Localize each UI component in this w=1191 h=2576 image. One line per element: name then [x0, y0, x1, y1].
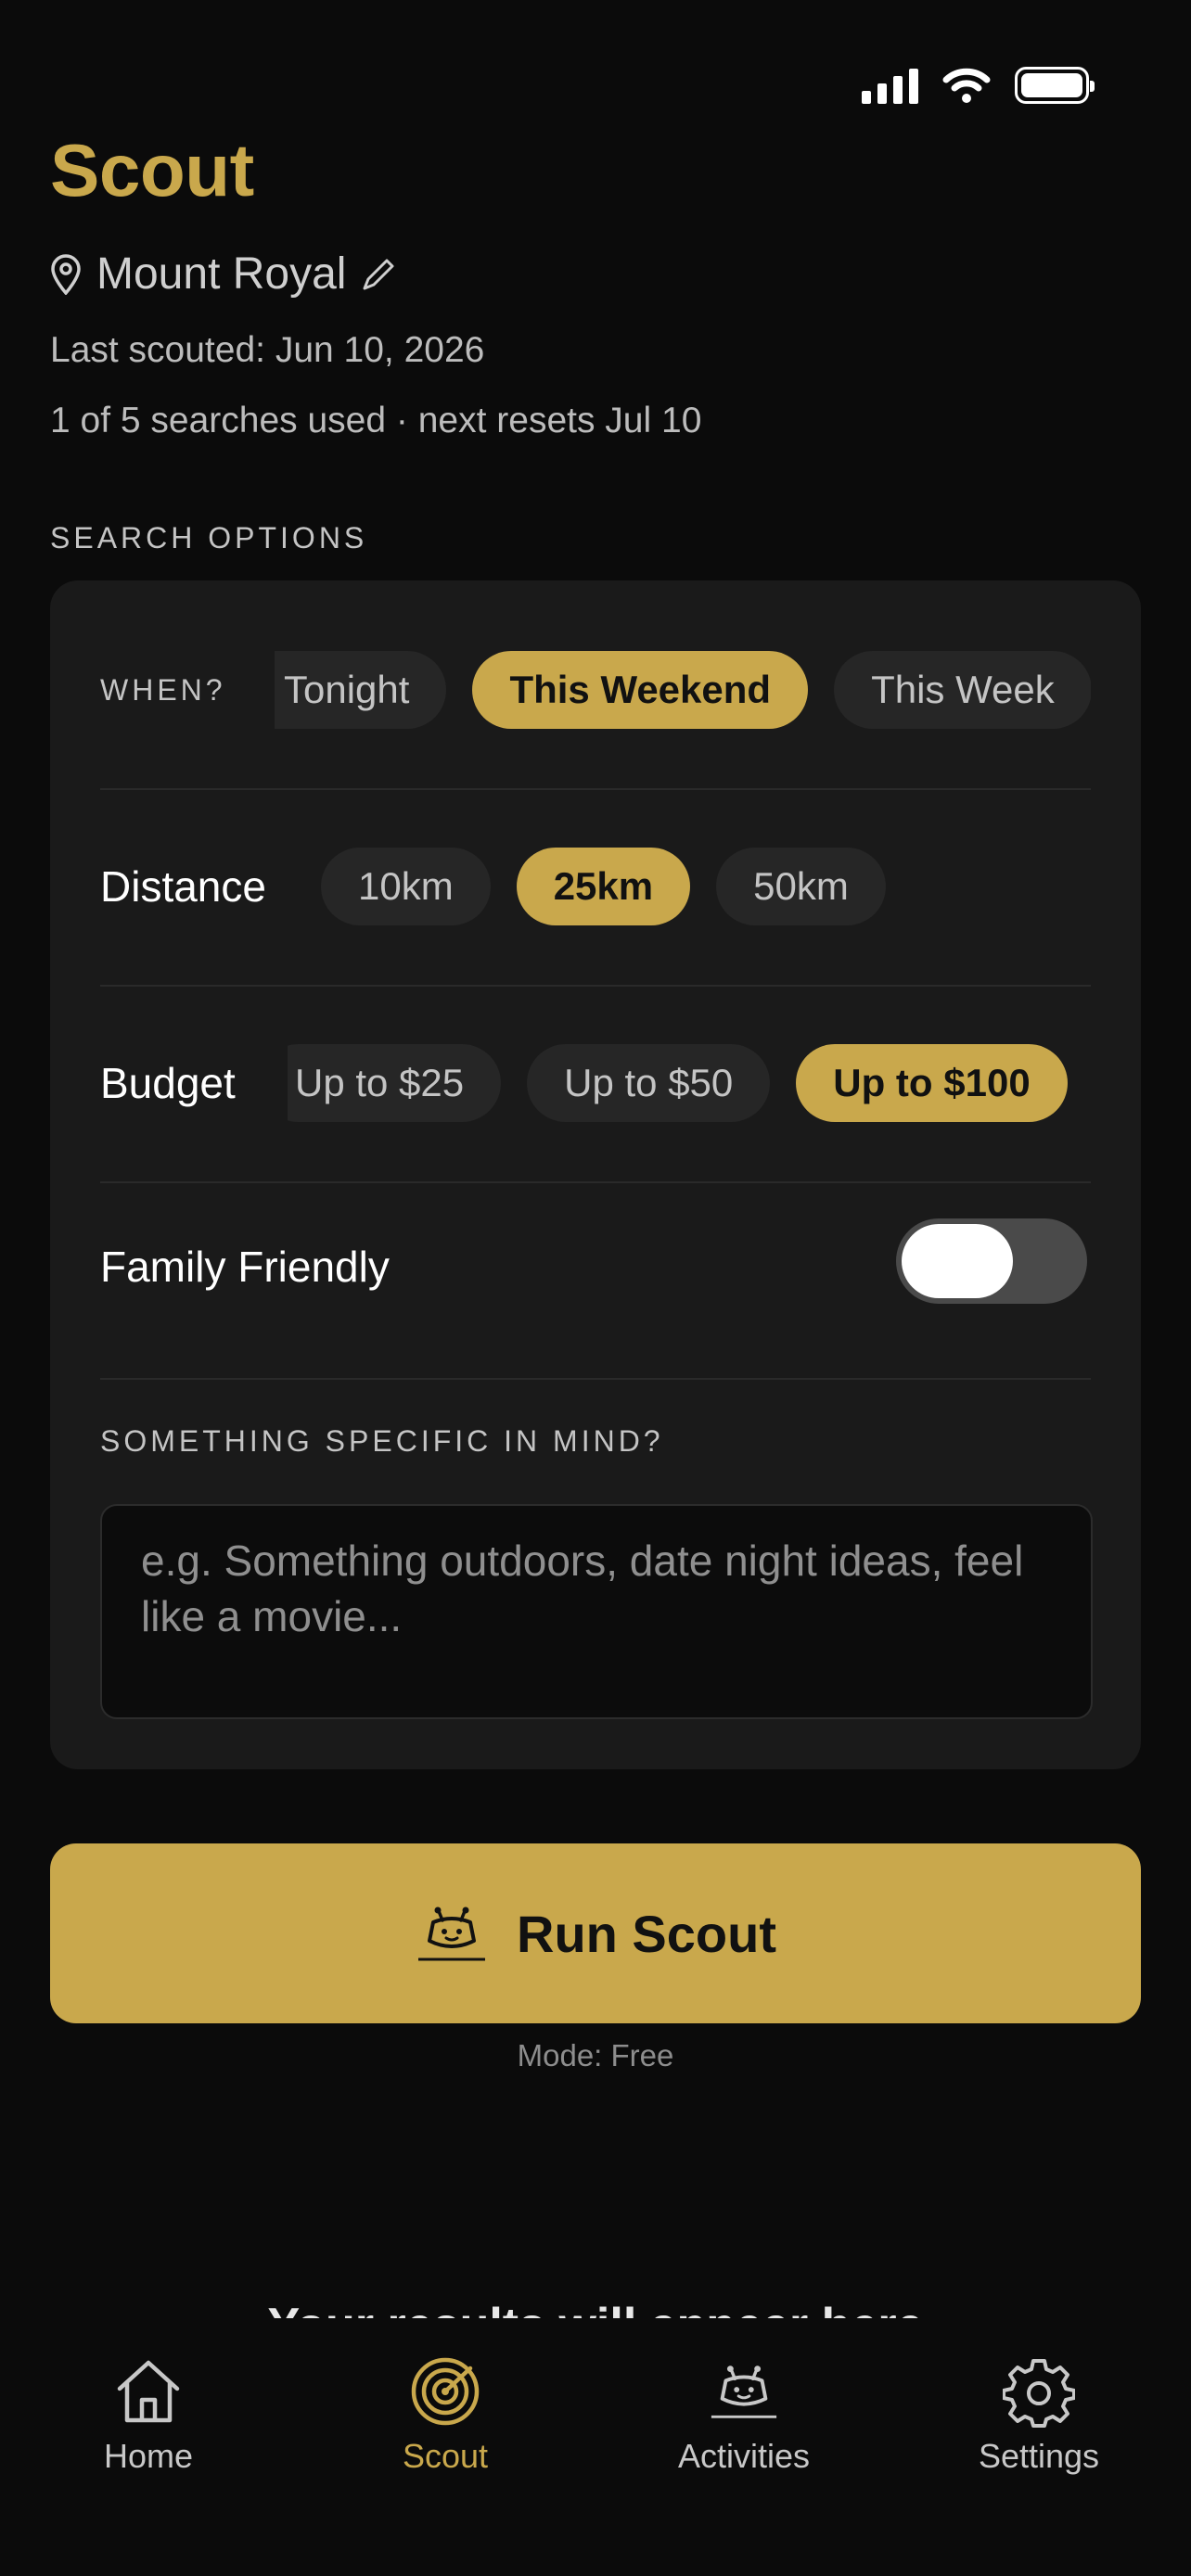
robot-icon [418, 1906, 485, 1961]
chip-tonight[interactable]: Tonight [275, 651, 447, 729]
search-usage-text: 1 of 5 searches used · next resets Jul 1… [50, 401, 702, 440]
distance-label: Distance [100, 862, 266, 911]
chip-up-to-100[interactable]: Up to $100 [796, 1044, 1068, 1122]
divider [100, 1181, 1091, 1183]
divider [100, 788, 1091, 790]
run-scout-button[interactable]: Run Scout [50, 1843, 1141, 2023]
divider [100, 985, 1091, 987]
battery-icon [1015, 67, 1095, 104]
distance-options[interactable]: 10km 25km 50km [321, 848, 1082, 925]
run-scout-label: Run Scout [517, 1904, 776, 1963]
wifi-icon [942, 68, 991, 103]
home-icon [117, 2360, 180, 2423]
specific-input[interactable] [100, 1504, 1093, 1719]
tab-scout[interactable]: Scout [325, 2355, 566, 2476]
specific-row: SOMETHING SPECIFIC IN MIND? [100, 1421, 1091, 1461]
budget-options[interactable]: Up to $25 Up to $50 Up to $100 [288, 1044, 1091, 1122]
location-row[interactable]: Mount Royal [50, 249, 396, 300]
chip-up-to-50[interactable]: Up to $50 [527, 1044, 771, 1122]
when-label: WHEN? [100, 672, 226, 707]
status-bar [0, 0, 1191, 139]
tab-bar: Home Scout Activities Settings [0, 2318, 1191, 2576]
chip-25km[interactable]: 25km [516, 848, 691, 925]
tab-home[interactable]: Home [28, 2355, 269, 2476]
specific-label: SOMETHING SPECIFIC IN MIND? [100, 1423, 664, 1458]
family-friendly-toggle[interactable] [896, 1218, 1087, 1304]
tab-scout-label: Scout [402, 2437, 489, 2475]
page-title: Scout [50, 129, 254, 211]
edit-pencil-icon[interactable] [361, 257, 396, 292]
robot-icon [711, 2366, 777, 2418]
chip-up-to-25[interactable]: Up to $25 [288, 1044, 502, 1122]
gear-icon [1003, 2359, 1075, 2428]
budget-label: Budget [100, 1059, 236, 1107]
mode-text: Mode: Free [517, 2038, 674, 2072]
chip-this-week[interactable]: This Week [834, 651, 1091, 729]
divider [100, 1378, 1091, 1380]
chip-10km[interactable]: 10km [321, 848, 491, 925]
toggle-knob [902, 1224, 1013, 1298]
cellular-signal-icon [862, 67, 918, 104]
tab-settings[interactable]: Settings [918, 2355, 1159, 2476]
tab-activities-label: Activities [677, 2437, 811, 2475]
last-scouted-text: Last scouted: Jun 10, 2026 [50, 330, 485, 370]
tab-settings-label: Settings [978, 2437, 1100, 2475]
chip-this-weekend[interactable]: This Weekend [472, 651, 809, 729]
family-friendly-label: Family Friendly [100, 1243, 390, 1291]
chip-50km[interactable]: 50km [716, 848, 886, 925]
tab-home-label: Home [103, 2437, 194, 2475]
when-options[interactable]: Tonight This Weekend This Week [275, 651, 1091, 729]
map-pin-icon [51, 253, 81, 295]
location-name: Mount Royal [96, 249, 347, 299]
radar-icon [411, 2357, 480, 2426]
tab-activities[interactable]: Activities [623, 2355, 864, 2476]
search-options-heading: SEARCH OPTIONS [50, 521, 368, 555]
